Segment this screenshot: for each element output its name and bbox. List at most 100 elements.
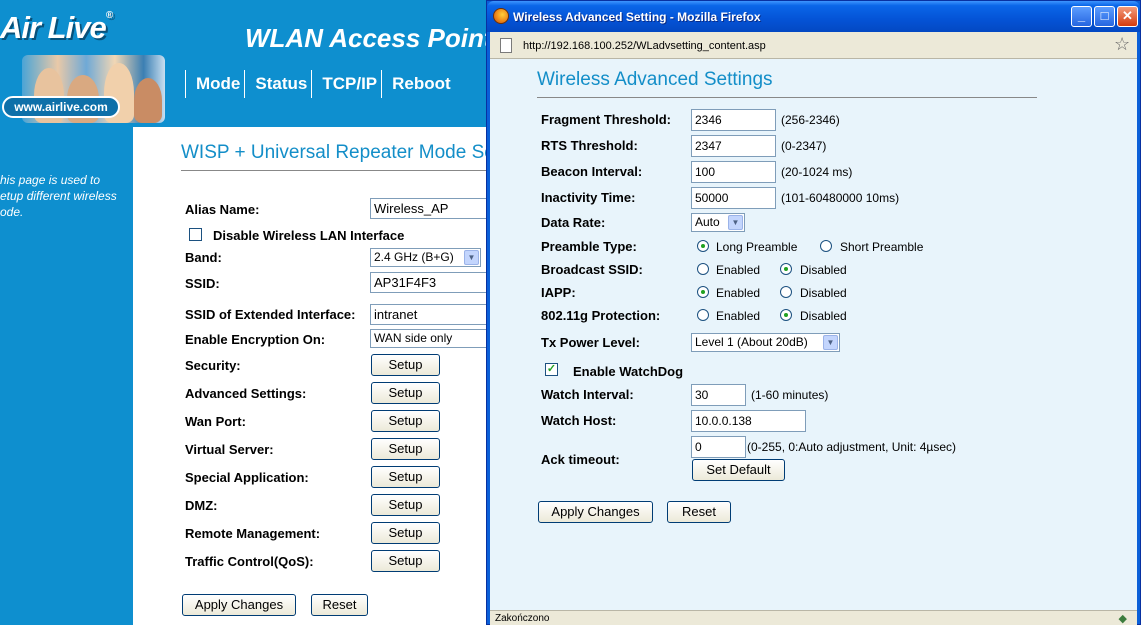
setup-row-label: Advanced Settings: [185, 386, 307, 401]
nav-reboot[interactable]: Reboot [381, 70, 455, 98]
airlive-logo: Air Live® [0, 10, 113, 45]
alias-input[interactable]: Wireless_AP [370, 198, 490, 219]
tx-power-select[interactable]: Level 1 (About 20dB) ▼ [691, 333, 840, 352]
alias-label: Alias Name: [185, 202, 260, 217]
inactivity-hint: (101-60480000 10ms) [781, 191, 900, 205]
band-select[interactable]: 2.4 GHz (B+G) ▼ [370, 248, 481, 267]
fragment-input[interactable]: 2346 [691, 109, 776, 131]
maximize-button[interactable]: □ [1094, 6, 1115, 27]
ack-timeout-input[interactable]: 0 [691, 436, 746, 458]
fragment-hint: (256-2346) [781, 113, 840, 127]
rts-hint: (0-2347) [781, 139, 827, 153]
encryption-select[interactable]: WAN side only [370, 329, 490, 348]
setup-row-label: DMZ: [185, 498, 218, 513]
ssid-ext-input[interactable]: intranet [370, 304, 490, 325]
ack-timeout-label: Ack timeout: [541, 452, 620, 467]
url-text[interactable]: http://192.168.100.252/WLadvsetting_cont… [523, 40, 766, 52]
airlive-url-badge[interactable]: www.airlive.com [2, 96, 120, 118]
protection-disabled-radio[interactable] [780, 309, 792, 321]
disable-wlan-label: Disable Wireless LAN Interface [213, 228, 405, 243]
sidebar-line: his page is used to [0, 173, 101, 187]
page-content: Wireless Advanced Settings Fragment Thre… [490, 59, 1137, 610]
broadcast-ssid-enabled-radio[interactable] [697, 263, 709, 275]
ssid-input[interactable]: AP31F4F3 [370, 272, 490, 293]
nav-tcpip[interactable]: TCP/IP [311, 70, 381, 98]
protection-enabled-radio[interactable] [697, 309, 709, 321]
protection-enabled-label: Enabled [716, 309, 761, 323]
bookmark-star-icon[interactable]: ☆ [1114, 34, 1130, 55]
beacon-input[interactable]: 100 [691, 161, 776, 183]
ack-timeout-hint: (0-255, 0:Auto adjustment, Unit: 4µsec) [747, 440, 957, 454]
long-preamble-radio[interactable] [697, 240, 709, 252]
setup-row-label: Remote Management: [185, 526, 321, 541]
header-title: WLAN Access Point [245, 23, 493, 53]
encryption-label: Enable Encryption On: [185, 332, 326, 347]
watch-interval-hint: (1-60 minutes) [751, 388, 829, 402]
divider [537, 97, 1037, 98]
settings-panel: Wireless Advanced Settings Fragment Thre… [490, 59, 1137, 610]
close-button[interactable]: ✕ [1117, 6, 1138, 27]
setup-row-label: Wan Port: [185, 414, 246, 429]
sidebar: his page is used to etup different wirel… [0, 127, 133, 625]
watch-host-label: Watch Host: [541, 413, 617, 428]
sidebar-line: ode. [0, 205, 24, 219]
broadcast-ssid-disabled-radio[interactable] [780, 263, 792, 275]
window-title: Wireless Advanced Setting - Mozilla Fire… [513, 10, 761, 24]
watchdog-checkbox[interactable]: ✓ [545, 363, 558, 376]
tx-power-value: Level 1 (About 20dB) [695, 335, 808, 349]
advanced-setup-button[interactable]: Setup [371, 382, 440, 404]
virtual-server-setup-button[interactable]: Setup [371, 438, 440, 460]
nav-mode[interactable]: Mode [185, 70, 244, 98]
wan-port-setup-button[interactable]: Setup [371, 410, 440, 432]
apply-changes-button[interactable]: Apply Changes [538, 501, 653, 523]
address-bar[interactable]: http://192.168.100.252/WLadvsetting_cont… [490, 32, 1137, 59]
main-nav: Mode Status TCP/IP Reboot [185, 70, 455, 98]
security-setup-button[interactable]: Setup [371, 354, 440, 376]
broadcast-ssid-label: Broadcast SSID: [541, 262, 643, 277]
reset-button[interactable]: Reset [311, 594, 368, 616]
short-preamble-label: Short Preamble [840, 240, 924, 254]
data-rate-label: Data Rate: [541, 215, 606, 230]
ssid-label: SSID: [185, 276, 220, 291]
remote-mgmt-setup-button[interactable]: Setup [371, 522, 440, 544]
reset-button[interactable]: Reset [667, 501, 731, 523]
apply-changes-button[interactable]: Apply Changes [182, 594, 296, 616]
setup-row-label: Special Application: [185, 470, 309, 485]
band-value: 2.4 GHz (B+G) [374, 250, 454, 264]
set-default-button[interactable]: Set Default [692, 459, 785, 481]
short-preamble-radio[interactable] [820, 240, 832, 252]
iapp-label: IAPP: [541, 285, 576, 300]
broadcast-ssid-disabled-label: Disabled [800, 263, 847, 277]
rts-input[interactable]: 2347 [691, 135, 776, 157]
iapp-disabled-radio[interactable] [780, 286, 792, 298]
special-app-setup-button[interactable]: Setup [371, 466, 440, 488]
status-bar: Zakończono ◆ [490, 610, 1137, 625]
rts-label: RTS Threshold: [541, 138, 638, 153]
data-rate-value: Auto [695, 215, 720, 229]
iapp-enabled-radio[interactable] [697, 286, 709, 298]
chevron-down-icon: ▼ [728, 215, 743, 230]
iapp-disabled-label: Disabled [800, 286, 847, 300]
divider [181, 170, 486, 171]
preamble-label: Preamble Type: [541, 239, 637, 254]
sidebar-line: etup different wireless [0, 189, 117, 203]
minimize-button[interactable]: _ [1071, 6, 1092, 27]
nav-status[interactable]: Status [244, 70, 311, 98]
beacon-label: Beacon Interval: [541, 164, 643, 179]
data-rate-select[interactable]: Auto ▼ [691, 213, 745, 232]
chevron-down-icon: ▼ [464, 250, 479, 265]
disable-wlan-checkbox[interactable] [189, 228, 202, 241]
protection-disabled-label: Disabled [800, 309, 847, 323]
inactivity-input[interactable]: 50000 [691, 187, 776, 209]
beacon-hint: (20-1024 ms) [781, 165, 853, 179]
dmz-setup-button[interactable]: Setup [371, 494, 440, 516]
window-titlebar[interactable]: Wireless Advanced Setting - Mozilla Fire… [487, 1, 1140, 32]
qos-setup-button[interactable]: Setup [371, 550, 440, 572]
inactivity-label: Inactivity Time: [541, 190, 636, 205]
watch-interval-input[interactable]: 30 [691, 384, 746, 406]
setup-row-label: Security: [185, 358, 241, 373]
watch-host-input[interactable]: 10.0.0.138 [691, 410, 806, 432]
protection-label: 802.11g Protection: [541, 308, 661, 323]
fragment-label: Fragment Threshold: [541, 112, 672, 127]
band-label: Band: [185, 250, 222, 265]
